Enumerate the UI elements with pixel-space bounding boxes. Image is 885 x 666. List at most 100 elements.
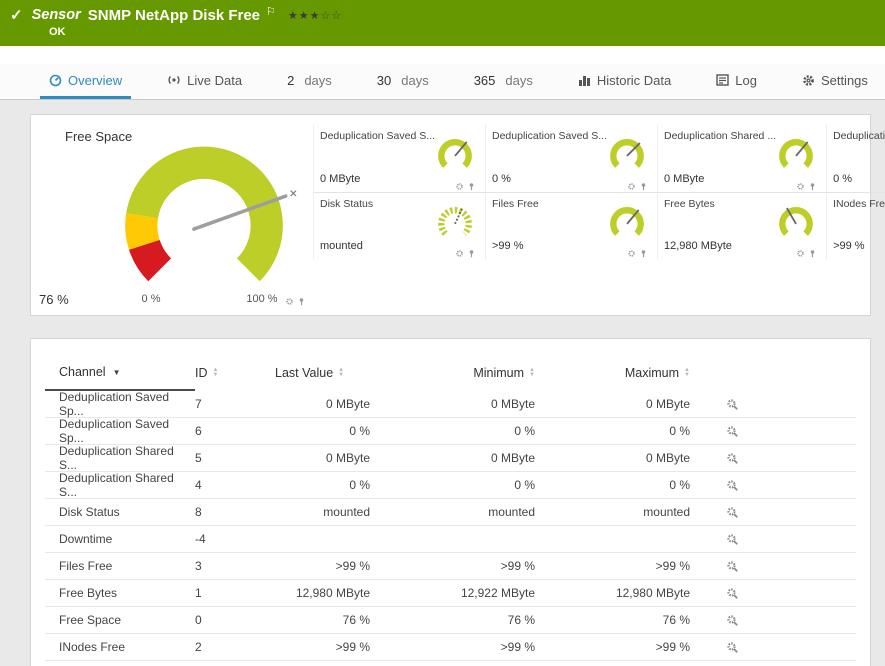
pin-icon[interactable] bbox=[297, 297, 306, 306]
header-label: Maximum bbox=[625, 366, 679, 380]
gear-icon[interactable] bbox=[455, 249, 464, 258]
tab-30-days[interactable]: 30 days bbox=[368, 64, 438, 99]
cell-id: -4 bbox=[195, 532, 275, 546]
gauge-value: 12,980 MByte bbox=[664, 240, 732, 252]
cell-channel: INodes Free bbox=[45, 640, 195, 654]
tab-live-data[interactable]: Live Data bbox=[158, 64, 251, 99]
tab-overview[interactable]: Overview bbox=[40, 64, 131, 99]
table-row[interactable]: Free Space 0 76 % 76 % 76 % bbox=[45, 607, 856, 634]
gauge-icons bbox=[796, 182, 817, 191]
cell-id: 7 bbox=[195, 397, 275, 411]
header-minimum[interactable]: Minimum ▲▼ bbox=[370, 355, 535, 391]
header-last-value[interactable]: Last Value ▲▼ bbox=[275, 355, 370, 391]
tab-365-days[interactable]: 365 days bbox=[465, 64, 542, 99]
table-row[interactable]: INodes Free 2 >99 % >99 % >99 % bbox=[45, 634, 856, 661]
small-gauge-cell: Free Bytes 12,980 MByte bbox=[657, 192, 826, 259]
header-label: ID bbox=[195, 366, 208, 380]
gear-icon[interactable] bbox=[796, 249, 805, 258]
channel-settings-icon[interactable] bbox=[726, 614, 739, 627]
flag-icon[interactable]: ⚐ bbox=[266, 5, 276, 18]
tab-label: Historic Data bbox=[597, 73, 671, 88]
stars-empty: ☆☆ bbox=[320, 10, 342, 22]
channel-settings-icon[interactable] bbox=[726, 479, 739, 492]
channel-settings-icon[interactable] bbox=[726, 587, 739, 600]
header-label: Channel bbox=[59, 365, 106, 379]
tab-log[interactable]: Log bbox=[707, 64, 766, 99]
cell-minimum: >99 % bbox=[370, 640, 535, 654]
gear-icon[interactable] bbox=[796, 182, 805, 191]
cell-channel: Free Space bbox=[45, 613, 195, 627]
sort-icon: ▲▼ bbox=[684, 368, 690, 378]
table-row[interactable]: Disk Status 8 mounted mounted mounted bbox=[45, 499, 856, 526]
channel-settings-icon[interactable] bbox=[726, 452, 739, 465]
cell-actions bbox=[726, 614, 766, 627]
cell-minimum: 0 MByte bbox=[370, 397, 535, 411]
small-gauge-grid: Deduplication Saved S... 0 MByte Dedupli… bbox=[313, 125, 885, 315]
cell-actions bbox=[726, 425, 766, 438]
header-id[interactable]: ID ▲▼ bbox=[195, 355, 275, 391]
pin-icon[interactable] bbox=[808, 182, 817, 191]
gauge-icons bbox=[455, 249, 476, 258]
gear-icon[interactable] bbox=[627, 249, 636, 258]
pin-icon[interactable] bbox=[467, 182, 476, 191]
channel-settings-icon[interactable] bbox=[726, 425, 739, 438]
cell-last-value: >99 % bbox=[275, 640, 370, 654]
channel-settings-icon[interactable] bbox=[726, 506, 739, 519]
tab-historic-data[interactable]: Historic Data bbox=[569, 64, 680, 99]
cell-minimum: mounted bbox=[370, 505, 535, 519]
cell-maximum: 0 MByte bbox=[535, 397, 690, 411]
cell-actions bbox=[726, 533, 766, 546]
channel-settings-icon[interactable] bbox=[726, 560, 739, 573]
main-gauge-value: 76 % bbox=[39, 292, 69, 307]
pin-icon[interactable] bbox=[639, 182, 648, 191]
sensor-header: ✓ Sensor SNMP NetApp Disk Free ⚐ ★★★☆☆ O… bbox=[0, 0, 885, 46]
gear-icon[interactable] bbox=[285, 297, 294, 306]
table-row[interactable]: Files Free 3 >99 % >99 % >99 % bbox=[45, 553, 856, 580]
gear-icon[interactable] bbox=[455, 182, 464, 191]
priority-stars[interactable]: ★★★☆☆ bbox=[288, 9, 342, 22]
channel-settings-icon[interactable] bbox=[726, 533, 739, 546]
cell-maximum: 0 % bbox=[535, 478, 690, 492]
stars-filled: ★★★ bbox=[288, 10, 321, 22]
cell-id: 4 bbox=[195, 478, 275, 492]
table-row[interactable]: Downtime -4 bbox=[45, 526, 856, 553]
cell-channel: Deduplication Shared S... bbox=[45, 444, 195, 472]
pin-icon[interactable] bbox=[639, 249, 648, 258]
tab-settings[interactable]: Settings bbox=[793, 64, 877, 99]
header-channel[interactable]: Channel ▼ bbox=[45, 355, 195, 391]
gear-icon[interactable] bbox=[627, 182, 636, 191]
header-actions bbox=[726, 355, 766, 391]
header-spacer bbox=[0, 46, 885, 64]
gauge-dial bbox=[434, 202, 476, 244]
tab-label: Overview bbox=[68, 73, 122, 88]
table-row[interactable]: Free Bytes 1 12,980 MByte 12,922 MByte 1… bbox=[45, 580, 856, 607]
pin-icon[interactable] bbox=[808, 249, 817, 258]
cell-id: 3 bbox=[195, 559, 275, 573]
cell-channel: Deduplication Saved Sp... bbox=[45, 390, 195, 418]
gauge-dial bbox=[775, 202, 817, 244]
cell-minimum: 0 % bbox=[370, 424, 535, 438]
header-maximum[interactable]: Maximum ▲▼ bbox=[535, 355, 690, 391]
cell-maximum: >99 % bbox=[535, 559, 690, 573]
cell-last-value: 0 MByte bbox=[275, 451, 370, 465]
tab-label: days bbox=[304, 73, 331, 88]
small-gauge-cell: Files Free >99 % bbox=[485, 192, 657, 259]
table-row[interactable]: Deduplication Shared S... 4 0 % 0 % 0 % bbox=[45, 472, 856, 499]
cell-channel: Files Free bbox=[45, 559, 195, 573]
table-row[interactable]: Deduplication Shared S... 5 0 MByte 0 MB… bbox=[45, 445, 856, 472]
channel-settings-icon[interactable] bbox=[726, 641, 739, 654]
cell-last-value: >99 % bbox=[275, 559, 370, 573]
cell-minimum: 0 % bbox=[370, 478, 535, 492]
tab-label: days bbox=[505, 73, 532, 88]
table-row[interactable]: Deduplication Saved Sp... 7 0 MByte 0 MB… bbox=[45, 391, 856, 418]
channel-settings-icon[interactable] bbox=[726, 398, 739, 411]
cell-channel: Deduplication Saved Sp... bbox=[45, 417, 195, 445]
pin-icon[interactable] bbox=[467, 249, 476, 258]
cell-last-value: 0 % bbox=[275, 478, 370, 492]
table-row[interactable]: Deduplication Saved Sp... 6 0 % 0 % 0 % bbox=[45, 418, 856, 445]
status-badge: OK bbox=[49, 26, 875, 38]
broadcast-icon bbox=[167, 74, 181, 86]
cell-id: 1 bbox=[195, 586, 275, 600]
tab-2-days[interactable]: 2 days bbox=[278, 64, 341, 99]
cell-id: 5 bbox=[195, 451, 275, 465]
